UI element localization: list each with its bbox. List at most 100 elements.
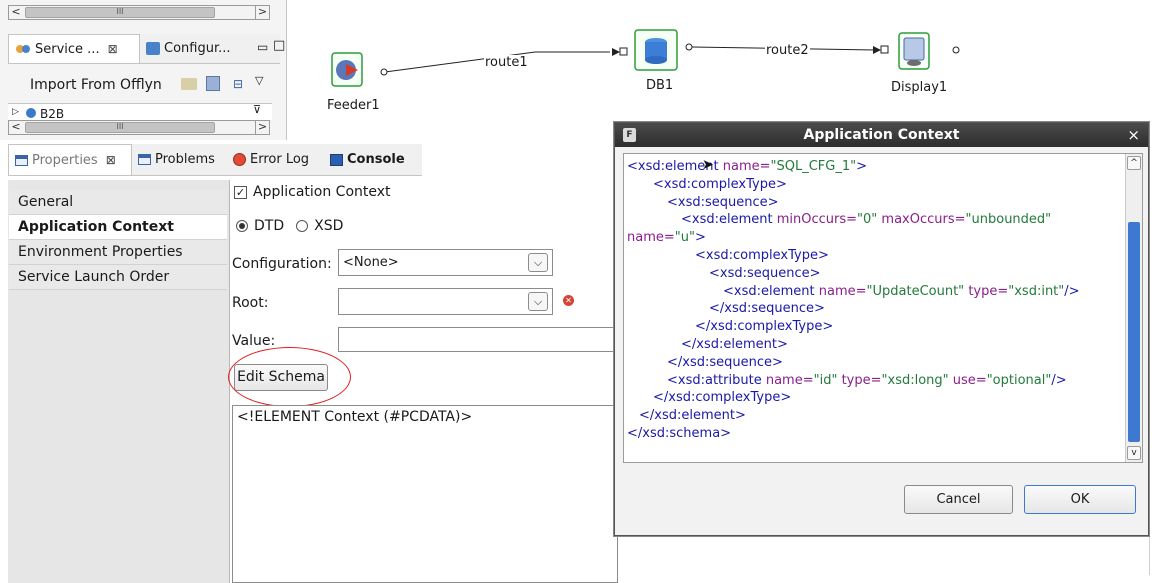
tree-expand-icon[interactable]: ▷ bbox=[12, 107, 19, 117]
mouse-cursor-icon: ➤ bbox=[702, 157, 714, 173]
tab-console-label: Console bbox=[347, 152, 405, 167]
close-icon[interactable]: ⊠ bbox=[108, 42, 118, 56]
node-label-db1[interactable]: DB1 bbox=[646, 78, 673, 93]
route-label-route1[interactable]: route1 bbox=[484, 55, 529, 70]
port-out-icon bbox=[380, 68, 388, 76]
schema-editor[interactable]: <xsd:element name="SQL_CFG_1"> <xsd:comp… bbox=[623, 153, 1143, 463]
tab-configuration-label: Configur... bbox=[164, 41, 231, 56]
configuration-icon bbox=[146, 42, 160, 55]
scroll-left-arrow[interactable]: < bbox=[9, 121, 23, 134]
tab-properties-label: Properties bbox=[32, 152, 98, 168]
app-icon: F bbox=[623, 128, 636, 142]
tree-horizontal-scrollbar[interactable]: < III > bbox=[8, 120, 270, 135]
root-select[interactable]: ⌵ bbox=[338, 288, 553, 315]
node-label-feeder1[interactable]: Feeder1 bbox=[327, 98, 380, 113]
background-window-edge bbox=[1149, 145, 1155, 575]
editor-vertical-scrollbar[interactable]: ^ v bbox=[1125, 154, 1142, 462]
radio-dtd-selected-icon[interactable] bbox=[236, 220, 248, 232]
tree-scroll-icon[interactable]: ⊽ bbox=[253, 104, 261, 116]
sidebar-item-general[interactable]: General bbox=[9, 190, 227, 215]
radio-dtd-label: DTD bbox=[254, 218, 285, 234]
sidebar-item-label: Environment Properties bbox=[18, 244, 183, 260]
cancel-button-label: Cancel bbox=[936, 492, 981, 507]
top-horizontal-scrollbar[interactable]: < III > bbox=[8, 5, 270, 20]
configuration-select[interactable]: <None> ⌵ bbox=[338, 249, 553, 276]
import-toolbar: Import From Offlyn ⊟ ▽ bbox=[8, 72, 280, 100]
minimize-icon[interactable]: ▭ bbox=[257, 40, 268, 54]
scroll-thumb[interactable]: III bbox=[25, 7, 215, 18]
scroll-thumb[interactable] bbox=[1128, 222, 1140, 442]
node-label-display1[interactable]: Display1 bbox=[891, 80, 947, 95]
dialog-titlebar[interactable]: F Application Context × bbox=[615, 123, 1148, 147]
chevron-down-icon[interactable]: ⌵ bbox=[528, 253, 548, 272]
scroll-right-arrow[interactable]: > bbox=[255, 6, 269, 19]
import-folder-icon[interactable] bbox=[181, 78, 197, 90]
route-label-route2[interactable]: route2 bbox=[765, 43, 810, 58]
code-line: </xsd:sequence> bbox=[667, 354, 783, 370]
properties-icon bbox=[15, 154, 28, 166]
problems-icon bbox=[138, 154, 151, 165]
tab-error-log-label: Error Log bbox=[250, 152, 310, 167]
root-label: Root: bbox=[232, 295, 269, 311]
chevron-down-icon[interactable]: ⌵ bbox=[528, 292, 548, 311]
value-label: Value: bbox=[232, 333, 276, 349]
collapse-icon[interactable]: ⊟ bbox=[233, 77, 243, 91]
sidebar-item-label: Application Context bbox=[18, 219, 174, 235]
tab-error-log[interactable]: Error Log bbox=[227, 144, 324, 175]
close-icon[interactable]: × bbox=[1127, 123, 1140, 147]
tree-area: ▷ B2B ⊽ bbox=[8, 103, 272, 120]
schema-code: <xsd:element name="SQL_CFG_1"> <xsd:comp… bbox=[627, 158, 1125, 443]
view-menu-icon[interactable]: ▽ bbox=[255, 74, 263, 87]
sidebar-item-service-launch-order[interactable]: Service Launch Order bbox=[9, 265, 227, 290]
service-icon bbox=[15, 43, 31, 55]
checkbox-checked-icon[interactable]: ✓ bbox=[234, 185, 247, 199]
error-log-icon bbox=[233, 153, 246, 166]
tab-service[interactable]: Service ... ⊠ bbox=[8, 34, 140, 63]
scroll-thumb[interactable]: III bbox=[25, 122, 215, 133]
schema-textarea[interactable]: <!ELEMENT Context (#PCDATA)> bbox=[232, 405, 618, 583]
ok-button[interactable]: OK bbox=[1024, 485, 1136, 514]
highlight-ellipse bbox=[228, 347, 351, 407]
port-in-icon bbox=[880, 45, 889, 54]
app-context-checkbox-row[interactable]: ✓ Application Context bbox=[234, 184, 391, 200]
code-line: <xsd:complexType> bbox=[653, 176, 787, 192]
schema-type-radio-group: DTD XSD bbox=[236, 218, 343, 234]
code-line: <xsd:element minOccurs="0" maxOccurs="un… bbox=[627, 212, 1052, 246]
tab-problems[interactable]: Problems bbox=[132, 144, 227, 175]
tree-item-b2b[interactable]: B2B bbox=[40, 107, 64, 120]
tab-service-label: Service ... bbox=[35, 41, 100, 57]
flow-diagram bbox=[331, 29, 960, 87]
import-label[interactable]: Import From Offlyn bbox=[30, 77, 162, 93]
radio-xsd-icon[interactable] bbox=[296, 220, 309, 232]
cancel-button[interactable]: Cancel bbox=[904, 485, 1013, 514]
application-context-dialog: F Application Context × <xsd:element nam… bbox=[614, 122, 1149, 536]
tab-problems-label: Problems bbox=[155, 152, 215, 167]
app-context-checkbox-label: Application Context bbox=[253, 184, 391, 200]
ok-button-label: OK bbox=[1070, 492, 1090, 507]
display-monitor-icon bbox=[903, 37, 925, 61]
code-line: <xsd:element name="UpdateCount" type="xs… bbox=[723, 283, 1080, 299]
value-field[interactable] bbox=[338, 327, 618, 352]
code-line: </xsd:schema> bbox=[627, 425, 732, 441]
close-icon[interactable]: ⊠ bbox=[106, 153, 116, 167]
tab-console[interactable]: Console bbox=[324, 144, 422, 175]
scroll-right-arrow[interactable]: > bbox=[255, 121, 269, 134]
sidebar-item-application-context[interactable]: Application Context bbox=[9, 215, 227, 240]
bottom-tabbar: Properties ⊠ Problems Error Log Console bbox=[8, 144, 422, 176]
sidebar-item-environment-properties[interactable]: Environment Properties bbox=[9, 240, 227, 265]
b2b-icon bbox=[26, 108, 36, 118]
port-out-icon bbox=[952, 46, 960, 54]
scroll-up-arrow[interactable]: ^ bbox=[1127, 156, 1141, 170]
tab-properties[interactable]: Properties ⊠ bbox=[8, 144, 132, 175]
code-line: <xsd:sequence> bbox=[667, 194, 779, 210]
scroll-left-arrow[interactable]: < bbox=[9, 6, 23, 19]
maximize-icon[interactable]: □ bbox=[273, 38, 285, 53]
import-file-icon[interactable] bbox=[206, 76, 220, 91]
scroll-down-arrow[interactable]: v bbox=[1127, 446, 1141, 460]
tab-configuration[interactable]: Configur... bbox=[140, 34, 244, 63]
arrow-head-icon bbox=[612, 48, 620, 56]
code-line: </xsd:sequence> bbox=[709, 301, 825, 317]
configuration-select-value: <None> bbox=[343, 255, 399, 270]
dialog-title: Application Context bbox=[803, 127, 960, 143]
code-line: </xsd:complexType> bbox=[695, 319, 834, 335]
